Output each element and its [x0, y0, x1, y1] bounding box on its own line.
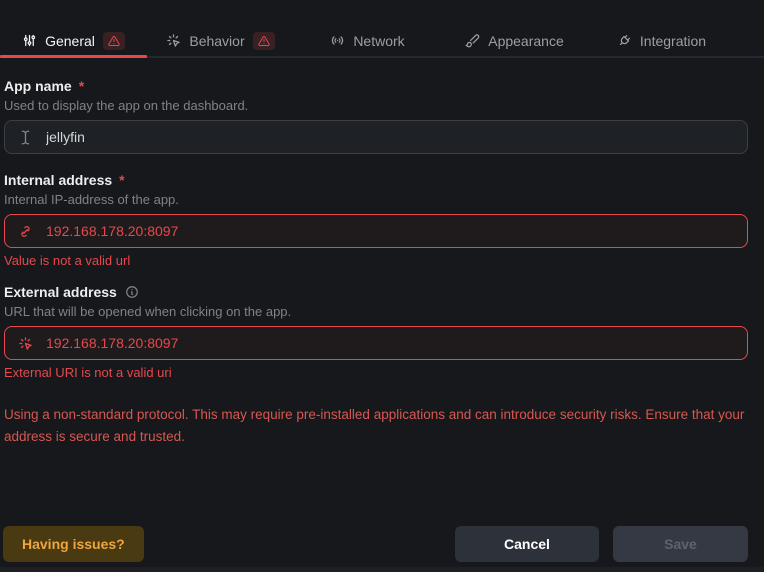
- dialog-footer: Having issues? Cancel Save: [3, 526, 748, 562]
- tab-label: Network: [353, 32, 405, 49]
- tab-behavior[interactable]: Behavior: [147, 25, 294, 56]
- field-label-text: App name: [4, 78, 72, 94]
- app-name-label: App name *: [4, 78, 748, 94]
- internal-address-error: Value is not a valid url: [4, 253, 131, 268]
- save-button[interactable]: Save: [613, 526, 748, 562]
- internal-address-input-box: [4, 214, 748, 248]
- broadcast-icon: [330, 33, 345, 48]
- tab-label: Appearance: [488, 32, 564, 49]
- tab-integration[interactable]: Integration: [588, 25, 735, 56]
- warning-triangle-badge: [252, 31, 275, 50]
- required-asterisk: *: [119, 172, 125, 188]
- general-settings-form: App name * Used to display the app on th…: [0, 58, 764, 448]
- paintbrush-icon: [465, 33, 480, 48]
- warning-triangle-badge: [102, 31, 125, 50]
- tab-label: Behavior: [189, 32, 245, 49]
- external-address-description: URL that will be opened when clicking on…: [4, 304, 292, 319]
- pointer-click-icon: [18, 336, 33, 351]
- required-asterisk: *: [78, 78, 85, 94]
- external-address-input-box: [4, 326, 748, 360]
- field-label-text: Internal address: [4, 172, 113, 188]
- app-name-input-box: [4, 120, 748, 154]
- internal-address-description: Internal IP-address of the app.: [4, 192, 179, 207]
- info-icon[interactable]: [125, 285, 139, 299]
- tab-label: Integration: [639, 32, 707, 49]
- plug-icon: [617, 33, 632, 48]
- app-name-description: Used to display the app on the dashboard…: [4, 98, 249, 113]
- pointer-click-icon: [166, 33, 181, 48]
- internal-address-label: Internal address *: [4, 172, 748, 188]
- tab-appearance[interactable]: Appearance: [441, 25, 588, 56]
- cancel-button[interactable]: Cancel: [455, 526, 599, 562]
- external-address-field-group: External address URL that will be opened…: [4, 284, 748, 380]
- external-address-input[interactable]: [46, 335, 734, 351]
- having-issues-button[interactable]: Having issues?: [3, 526, 144, 562]
- protocol-warning-message: Using a non-standard protocol. This may …: [4, 407, 745, 444]
- tab-bar: General Behavior Network Appearance Inte…: [0, 25, 764, 58]
- internal-address-input[interactable]: [46, 223, 734, 239]
- text-cursor-icon: [18, 130, 33, 145]
- field-label-text: External address: [4, 284, 117, 300]
- app-name-field-group: App name * Used to display the app on th…: [4, 78, 748, 154]
- tab-label: General: [45, 32, 95, 49]
- tab-general[interactable]: General: [0, 25, 147, 56]
- tab-network[interactable]: Network: [294, 25, 441, 56]
- sliders-icon: [22, 33, 37, 48]
- external-address-label: External address: [4, 284, 748, 300]
- active-tab-underline: [0, 55, 147, 58]
- internal-address-field-group: Internal address * Internal IP-address o…: [4, 172, 748, 268]
- link-icon: [18, 224, 33, 239]
- app-name-input[interactable]: [46, 129, 734, 145]
- external-address-error: External URI is not a valid uri: [4, 365, 172, 380]
- bottom-edge-strip: [0, 567, 764, 572]
